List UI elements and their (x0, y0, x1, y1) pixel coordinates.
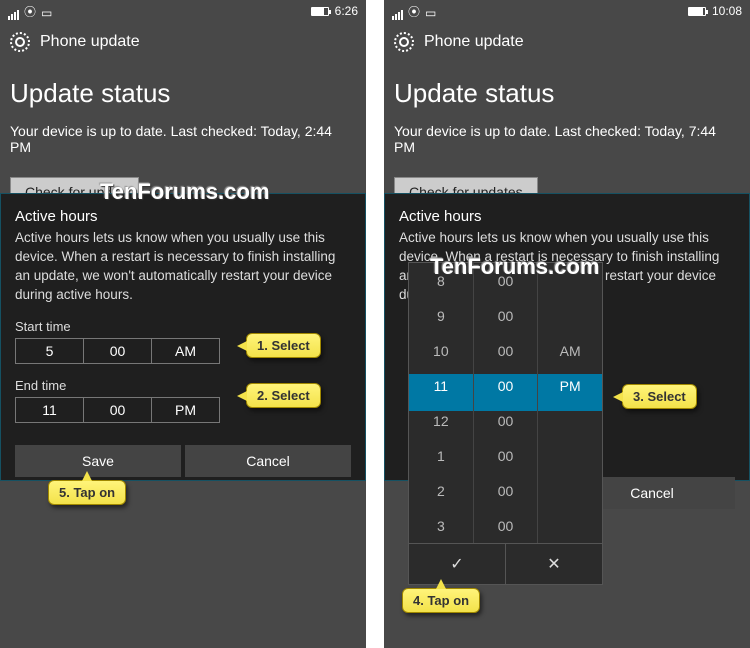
gear-icon (394, 32, 414, 52)
panel-title: Active hours (399, 208, 735, 225)
notification-icon: ▭ (425, 6, 436, 20)
callout-2: 2. Select (246, 383, 321, 408)
status-bar: ⦿ ▭ 10:08 (384, 0, 750, 22)
phone-right: ⦿ ▭ 10:08 Phone update Update status You… (384, 0, 750, 648)
clock: 6:26 (335, 4, 358, 18)
signal-icon (8, 10, 19, 20)
page-title: Phone update (424, 33, 524, 51)
start-time-label: Start time (15, 319, 351, 334)
status-text: Your device is up to date. Last checked:… (10, 123, 356, 155)
status-heading: Update status (394, 78, 740, 109)
picker-ampm-column[interactable]: AM PM (538, 263, 602, 543)
page-header: Phone update (384, 22, 750, 62)
status-text: Your device is up to date. Last checked:… (394, 123, 740, 155)
cancel-button[interactable]: Cancel (185, 445, 351, 477)
callout-3: 3. Select (622, 384, 697, 409)
start-ampm[interactable]: AM (152, 339, 219, 363)
status-bar: ⦿ ▭ 6:26 (0, 0, 366, 22)
picker-hour-column[interactable]: 8 9 10 11 12 1 2 3 (409, 263, 474, 543)
watermark: TenForums.com (430, 254, 600, 280)
picker-ok-button[interactable]: ✓ (409, 544, 506, 584)
phone-left: ⦿ ▭ 6:26 Phone update Update status Your… (0, 0, 366, 648)
picker-cancel-button[interactable]: ✕ (506, 544, 602, 584)
panel-desc: Active hours lets us know when you usual… (15, 229, 351, 305)
battery-icon (688, 7, 706, 16)
watermark: TenForums.com (100, 179, 270, 205)
panel-title: Active hours (15, 208, 351, 225)
time-picker-popup: 8 9 10 11 12 1 2 3 00 00 00 00 00 00 00 (408, 262, 603, 585)
callout-4: 4. Tap on (402, 588, 480, 613)
status-heading: Update status (10, 78, 356, 109)
end-ampm[interactable]: PM (152, 398, 219, 422)
clock: 10:08 (712, 4, 742, 18)
page-header: Phone update (0, 22, 366, 62)
gear-icon (10, 32, 30, 52)
signal-icon (392, 10, 403, 20)
end-time-picker[interactable]: 11 00 PM (15, 397, 220, 423)
start-hour[interactable]: 5 (16, 339, 84, 363)
save-button[interactable]: Save (15, 445, 181, 477)
picker-minute-column[interactable]: 00 00 00 00 00 00 00 00 (474, 263, 539, 543)
notification-icon: ▭ (41, 6, 52, 20)
callout-5: 5. Tap on (48, 480, 126, 505)
end-hour[interactable]: 11 (16, 398, 84, 422)
end-min[interactable]: 00 (84, 398, 152, 422)
wifi-icon: ⦿ (24, 3, 36, 20)
page-title: Phone update (40, 33, 140, 51)
wifi-icon: ⦿ (408, 3, 420, 20)
start-time-picker[interactable]: 5 00 AM (15, 338, 220, 364)
battery-icon (311, 7, 329, 16)
callout-1: 1. Select (246, 333, 321, 358)
start-min[interactable]: 00 (84, 339, 152, 363)
